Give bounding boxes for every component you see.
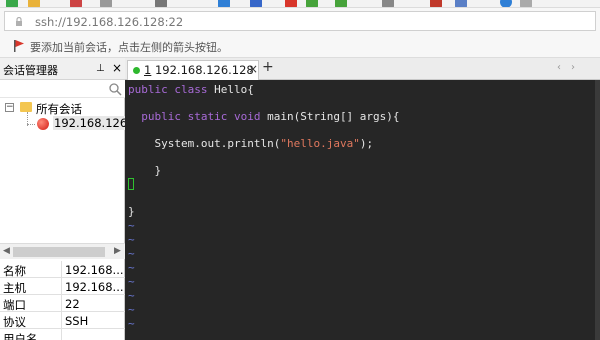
column-divider	[61, 295, 62, 311]
address-text: ssh://192.168.126.128:22	[35, 15, 184, 29]
transfer-icon[interactable]	[306, 0, 318, 7]
property-row: 端口 22	[0, 295, 125, 312]
connected-status-icon	[133, 67, 140, 74]
address-bar[interactable]: ssh://192.168.126.128:22	[4, 11, 596, 31]
session-manager-panel: 会话管理器 ⊥ × − 所有会话 192.168.126. ◀ ▶ 名称 192…	[0, 58, 132, 340]
tab-close-icon[interactable]: ×	[248, 62, 258, 76]
property-key: 协议	[3, 315, 26, 329]
session-manager-header: 会话管理器 ⊥ ×	[0, 58, 125, 80]
property-value: 192.168....	[65, 280, 123, 294]
pin-icon[interactable]: ⊥	[96, 63, 105, 74]
globe-icon[interactable]	[218, 0, 230, 7]
code-line-1: public class Hello{	[128, 83, 254, 96]
tree-root-label[interactable]: 所有会话	[36, 101, 82, 117]
folder-icon	[20, 102, 32, 112]
scroll-thumb[interactable]	[13, 247, 105, 257]
add-tab-button[interactable]: +	[262, 59, 274, 75]
lock-icon	[16, 17, 22, 26]
new-session-icon[interactable]	[6, 0, 18, 7]
empty-line-marker: ~	[128, 219, 135, 232]
fullscreen-icon[interactable]	[455, 0, 467, 7]
open-folder-icon[interactable]	[28, 0, 40, 7]
terminal-scrollbar[interactable]	[595, 80, 600, 340]
empty-line-marker: ~	[128, 317, 135, 330]
empty-line-marker: ~	[128, 247, 135, 260]
property-key: 端口	[3, 298, 26, 312]
collapse-toggle[interactable]: −	[5, 103, 14, 112]
font-icon[interactable]	[250, 0, 262, 7]
disconnect-icon[interactable]	[70, 0, 82, 7]
tab-session-1[interactable]: 1 192.168.126.128 ×	[127, 60, 259, 80]
property-row: 名称 192.168....	[0, 261, 125, 278]
property-row: 主机 192.168....	[0, 278, 125, 295]
layout-icon[interactable]	[430, 0, 442, 7]
session-search[interactable]	[0, 80, 125, 98]
find-icon[interactable]	[155, 0, 167, 7]
horizontal-scrollbar[interactable]: ◀ ▶	[0, 243, 125, 259]
terminal-cursor	[128, 178, 134, 190]
session-properties: 名称 192.168.... 主机 192.168.... 端口 22 协议 S…	[0, 261, 125, 340]
tab-bar: 1 192.168.126.128 × + ‹ ›	[125, 58, 600, 80]
help-icon[interactable]	[500, 0, 512, 7]
property-value: 22	[65, 297, 80, 311]
terminal-area[interactable]: public class Hello{ public static void m…	[125, 80, 600, 340]
tab-label: 1 192.168.126.128	[144, 63, 254, 77]
property-value: SSH	[65, 314, 89, 328]
empty-line-marker: ~	[128, 289, 135, 302]
tree-connector	[27, 124, 35, 125]
scroll-right-icon[interactable]: ▶	[114, 246, 121, 256]
dropdown-icon[interactable]	[520, 0, 532, 7]
tree-session-item[interactable]: 192.168.126.	[53, 116, 132, 130]
code-line-4: }	[154, 164, 162, 177]
stop-icon[interactable]	[285, 0, 297, 7]
copy-icon[interactable]	[100, 0, 112, 7]
hint-bar: 要添加当前会话，点击左侧的箭头按钮。	[0, 34, 600, 58]
session-manager-title: 会话管理器	[3, 64, 58, 77]
hint-text: 要添加当前会话，点击左侧的箭头按钮。	[30, 41, 228, 54]
search-icon[interactable]	[108, 82, 122, 96]
script-icon[interactable]	[335, 0, 347, 7]
session-tree: − 所有会话 192.168.126.	[0, 98, 132, 178]
address-bar-row: ssh://192.168.126.128:22	[0, 8, 600, 34]
column-divider	[61, 312, 62, 328]
property-row: 协议 SSH	[0, 312, 125, 329]
property-row: 用户名	[0, 329, 125, 340]
empty-line-marker: ~	[128, 275, 135, 288]
empty-line-marker: ~	[128, 261, 135, 274]
property-key: 用户名	[3, 332, 38, 340]
flag-arrow-icon[interactable]	[13, 39, 25, 52]
column-divider	[61, 261, 62, 277]
keyboard-icon[interactable]	[382, 0, 394, 7]
property-value: 192.168....	[65, 263, 123, 277]
toolbar	[0, 0, 600, 8]
next-tab-icon[interactable]: ›	[571, 62, 575, 73]
empty-line-marker: ~	[128, 233, 135, 246]
session-icon	[37, 118, 49, 130]
code-line-3: System.out.println("hello.java");	[154, 137, 374, 150]
code-line-2: public static void main(String[] args){	[141, 110, 400, 123]
close-icon[interactable]: ×	[112, 61, 122, 75]
property-key: 主机	[3, 281, 26, 295]
column-divider	[61, 329, 62, 340]
scroll-left-icon[interactable]: ◀	[3, 246, 10, 256]
prev-tab-icon[interactable]: ‹	[557, 62, 561, 73]
empty-line-marker: ~	[128, 303, 135, 316]
column-divider	[61, 278, 62, 294]
code-line-6: }	[128, 205, 135, 218]
property-key: 名称	[3, 264, 26, 278]
